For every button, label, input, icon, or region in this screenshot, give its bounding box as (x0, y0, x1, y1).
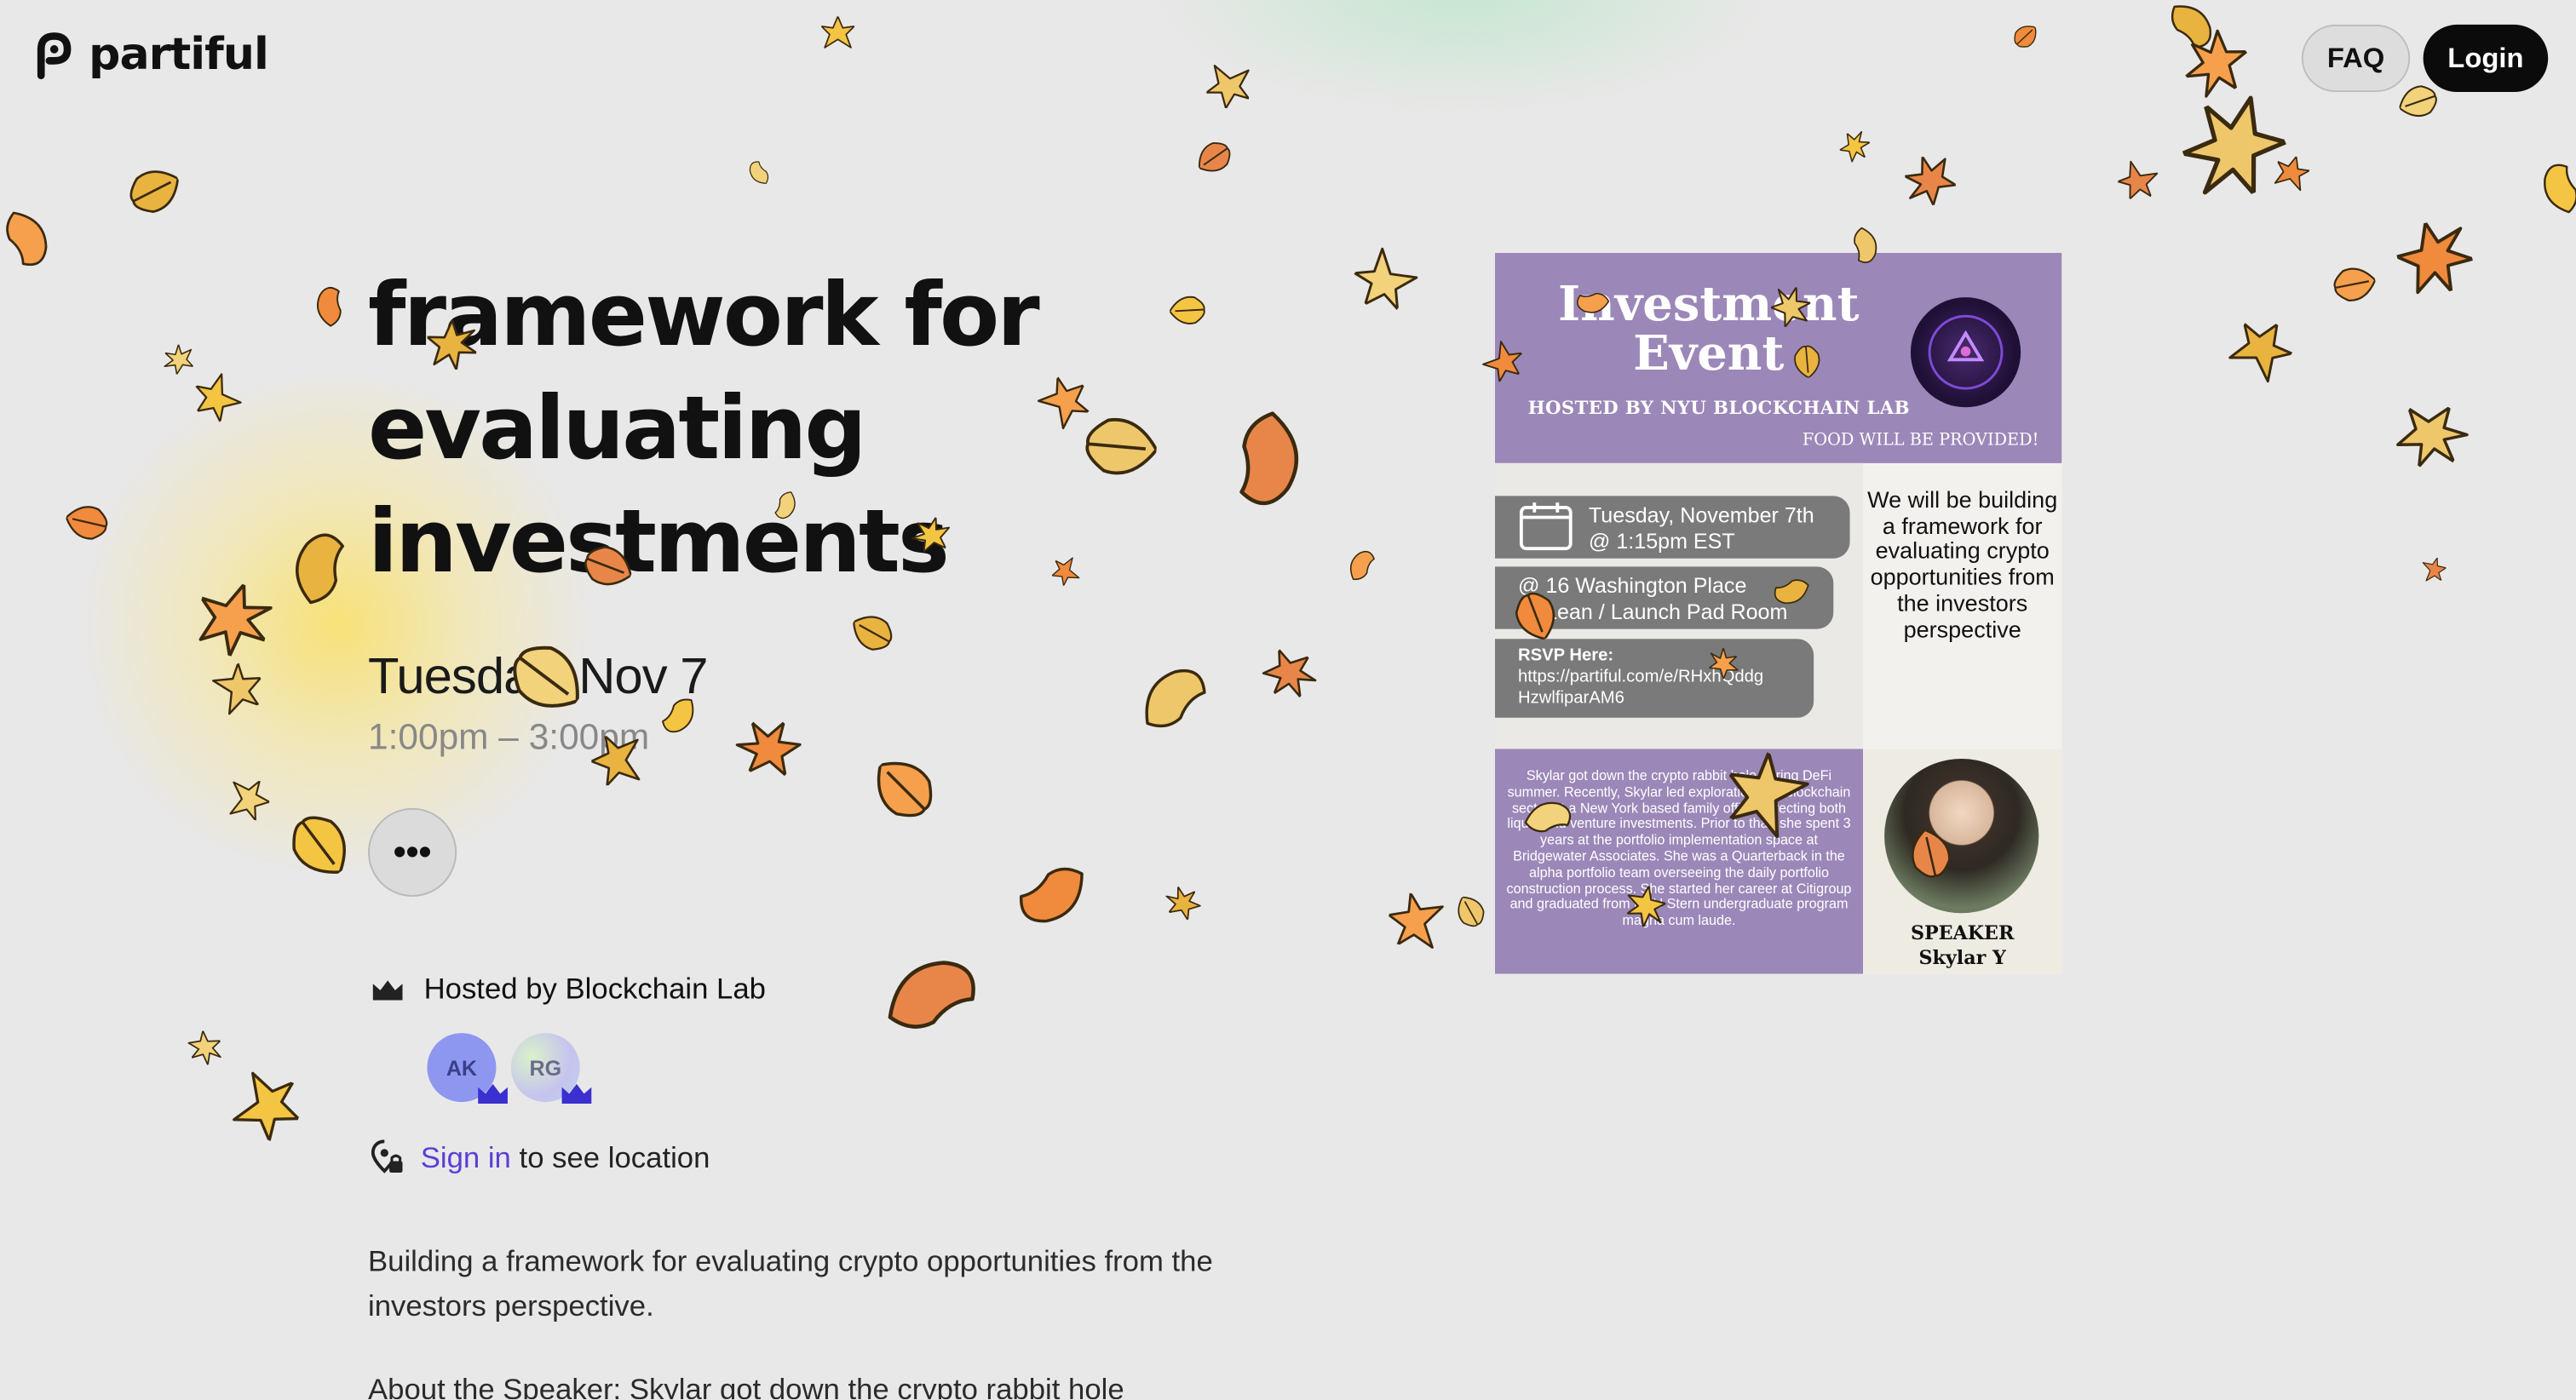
event-title-line-1: framework for (367, 266, 1040, 367)
leaf-icon (2117, 160, 2159, 200)
page: partiful FAQ Login framework for evaluat… (0, 0, 2576, 1399)
flyer-blurb: We will be building a framework for eval… (1867, 485, 2058, 642)
leaf-icon (229, 780, 271, 822)
calendar-icon (1519, 502, 1573, 551)
leaf-icon (1839, 130, 1871, 163)
leaf-icon (1388, 892, 1444, 949)
leaf-icon (662, 698, 694, 733)
leaf-icon (129, 170, 180, 213)
speaker-name: Skylar Y (1918, 945, 2006, 969)
leaf-icon (1262, 648, 1317, 698)
leaf-icon (1145, 668, 1206, 728)
flyer-rsvp-url: https://partiful.com/e/RHxhQddg Hzwlfipa… (1517, 666, 1764, 709)
location-lock-icon (371, 1139, 403, 1173)
partiful-logo-icon (37, 32, 72, 79)
leaf-icon (1165, 886, 1201, 921)
leaf-icon (749, 161, 769, 184)
leaf-icon (821, 16, 854, 49)
sign-in-link[interactable]: Sign in (421, 1140, 511, 1173)
host-text: Hosted by Blockchain Lab (423, 972, 766, 1006)
nyu-blockchain-logo (1910, 297, 2021, 408)
leaf-icon (1085, 417, 1159, 475)
leaf-icon (317, 286, 342, 327)
login-button[interactable]: Login (2423, 24, 2549, 92)
avatar-initials: AK (446, 1055, 478, 1081)
leaf-icon (6, 211, 48, 267)
more-options-icon: ••• (393, 830, 432, 873)
leaf-icon (1903, 155, 1958, 207)
faq-button[interactable]: FAQ (2301, 24, 2411, 92)
flyer-food-note: FOOD WILL BE PROVIDED! (1802, 432, 2039, 450)
leaf-icon (853, 616, 893, 651)
leaf-icon (1020, 867, 1084, 923)
leaf-icon (2544, 164, 2576, 214)
leaf-icon (1626, 885, 1667, 928)
logo-text: partiful (89, 29, 269, 81)
crown-icon (561, 1083, 592, 1104)
leaf-icon (2396, 405, 2469, 468)
leaf-icon (1198, 142, 1231, 172)
partiful-logo[interactable]: partiful (33, 29, 269, 81)
location-suffix: to see location (519, 1140, 710, 1173)
avatar[interactable]: RG (510, 1033, 592, 1104)
flyer-rsvp: RSVP Here: https://partiful.com/e/RHxhQd… (1494, 639, 1814, 718)
event-description: Building a framework for evaluating cryp… (367, 1244, 1213, 1323)
leaf-icon (1458, 896, 1485, 927)
leaf-icon (2228, 322, 2293, 383)
more-options-button[interactable]: ••• (367, 807, 457, 897)
avatar-initials: RG (529, 1055, 562, 1081)
host-avatars: AK RG (427, 1033, 592, 1104)
leaf-icon (233, 1071, 300, 1142)
host-row: Hosted by Blockchain Lab (371, 973, 766, 1007)
flyer-rsvp-label: RSVP Here: (1517, 645, 1614, 666)
leaf-icon (2181, 95, 2288, 196)
location-row: Sign in to see location (371, 1139, 710, 1175)
speaker-label: SPEAKER Skylar Y (1863, 921, 2061, 971)
speaker-description: About the Speaker: Skylar got down the c… (367, 1373, 1124, 1400)
leaf-icon (877, 761, 933, 818)
leaf-icon (1169, 295, 1205, 324)
leaf-icon (2333, 267, 2377, 301)
leaf-icon (735, 721, 802, 777)
avatar[interactable]: AK (427, 1033, 508, 1104)
crown-icon (372, 979, 403, 1000)
leaf-icon (590, 735, 641, 786)
speaker-label-title: SPEAKER (1910, 921, 2015, 944)
leaf-icon (888, 961, 975, 1029)
flyer-hosted-by: HOSTED BY NYU BLOCKCHAIN LAB (1527, 397, 1910, 419)
event-flyer-image[interactable]: Investment Event HOSTED BY NYU BLOCKCHAI… (1494, 252, 2062, 974)
leaf-icon (426, 319, 477, 370)
leaf-icon (1239, 411, 1299, 506)
leaf-icon (1794, 345, 1820, 379)
leaf-icon (1349, 550, 1375, 581)
leaf-icon (1205, 64, 1251, 110)
leaf-icon (2395, 221, 2475, 295)
leaf-icon (164, 343, 194, 376)
leaf-icon (1770, 287, 1811, 328)
leaf-icon (1353, 247, 1418, 311)
crown-icon (478, 1083, 508, 1104)
leaf-icon (2014, 26, 2037, 48)
leaf-icon (2422, 557, 2447, 582)
leaf-icon (187, 1030, 221, 1066)
